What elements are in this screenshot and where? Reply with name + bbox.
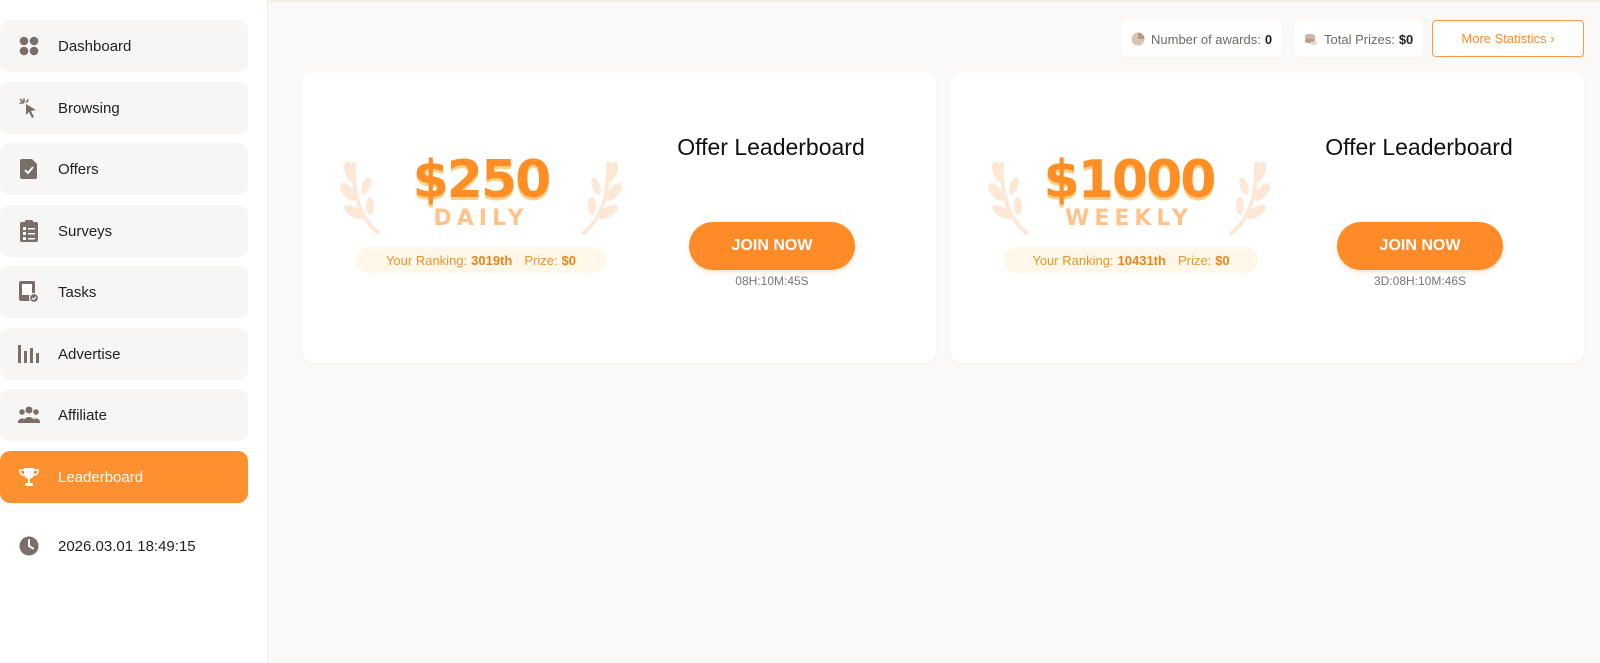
prize-value: $0 — [1215, 252, 1230, 268]
sidebar-item-dashboard[interactable]: Dashboard — [0, 20, 248, 72]
total-prizes-label: Total Prizes: — [1324, 31, 1395, 47]
daily-leaderboard-card: $250 DAILY Your Ranking: 3019th Prize: $… — [302, 72, 936, 363]
card-title: Offer Leaderboard — [1325, 134, 1513, 160]
sidebar-item-browsing[interactable]: Browsing — [0, 82, 248, 134]
clock-icon — [0, 536, 58, 556]
prize-label: Prize: — [524, 252, 558, 268]
sidebar-item-offers[interactable]: Offers — [0, 143, 248, 195]
prize-period: WEEKLY — [1065, 206, 1193, 231]
dashboard-icon — [0, 36, 58, 56]
ranking-label: Your Ranking: — [385, 252, 468, 268]
sidebar-item-label: Tasks — [58, 283, 97, 301]
coins-icon — [1304, 32, 1318, 46]
card-title: Offer Leaderboard — [677, 134, 865, 160]
sidebar-item-label: Browsing — [58, 99, 120, 117]
pie-chart-icon — [1131, 32, 1145, 46]
total-prizes-stat: Total Prizes: $0 — [1294, 21, 1424, 57]
sidebar-item-advertise[interactable]: Advertise — [0, 328, 248, 380]
ranking-value: 10431th — [1117, 252, 1166, 268]
join-now-button[interactable]: JOIN NOW — [689, 222, 855, 270]
offer-document-icon — [0, 159, 58, 179]
users-group-icon — [0, 406, 58, 424]
prize-amount: $1000 — [1043, 150, 1217, 210]
bar-chart-icon — [0, 345, 58, 363]
cursor-click-icon — [0, 97, 58, 119]
clipboard-list-icon — [0, 220, 58, 242]
weekly-leaderboard-card: $1000 WEEKLY Your Ranking: 10431th Prize… — [950, 72, 1584, 363]
sidebar-item-label: Leaderboard — [58, 468, 144, 486]
sidebar-item-label: Surveys — [58, 222, 113, 240]
tablet-check-icon — [0, 281, 58, 303]
trophy-icon — [0, 467, 58, 487]
sidebar-item-leaderboard[interactable]: Leaderboard — [0, 451, 248, 503]
sidebar-item-affiliate[interactable]: Affiliate — [0, 389, 248, 441]
more-statistics-button[interactable]: More Statistics › — [1432, 20, 1584, 57]
current-datetime: 2026.03.01 18:49:15 — [0, 524, 248, 568]
ranking-badge: Your Ranking: 10431th Prize: $0 — [1004, 247, 1258, 273]
prize-period: DAILY — [433, 206, 529, 231]
join-now-button[interactable]: JOIN NOW — [1337, 222, 1503, 270]
sidebar-item-surveys[interactable]: Surveys — [0, 205, 248, 257]
prize-amount: $250 — [412, 150, 552, 210]
sidebar-item-label: Dashboard — [58, 37, 132, 55]
prize-value: $0 — [561, 252, 577, 268]
countdown-timer: 08H:10M:45S — [735, 274, 809, 288]
sidebar: Dashboard Browsing Offers Surveys Tasks … — [0, 0, 268, 663]
datetime-text: 2026.03.01 18:49:15 — [58, 537, 196, 555]
sidebar-item-tasks[interactable]: Tasks — [0, 266, 248, 318]
ranking-label: Your Ranking: — [1032, 252, 1114, 268]
prize-label: Prize: — [1177, 252, 1212, 268]
sidebar-item-label: Affiliate — [58, 406, 107, 424]
ranking-value: 3019th — [471, 252, 513, 268]
ranking-badge: Your Ranking: 3019th Prize: $0 — [356, 247, 606, 273]
sidebar-item-label: Offers — [58, 160, 99, 178]
awards-value: 0 — [1264, 31, 1273, 47]
sidebar-item-label: Advertise — [58, 345, 121, 363]
countdown-timer: 3D:08H:10M:46S — [1373, 274, 1467, 288]
awards-count-stat: Number of awards: 0 — [1121, 21, 1283, 57]
awards-label: Number of awards: — [1151, 31, 1261, 47]
total-prizes-value: $0 — [1398, 31, 1414, 47]
